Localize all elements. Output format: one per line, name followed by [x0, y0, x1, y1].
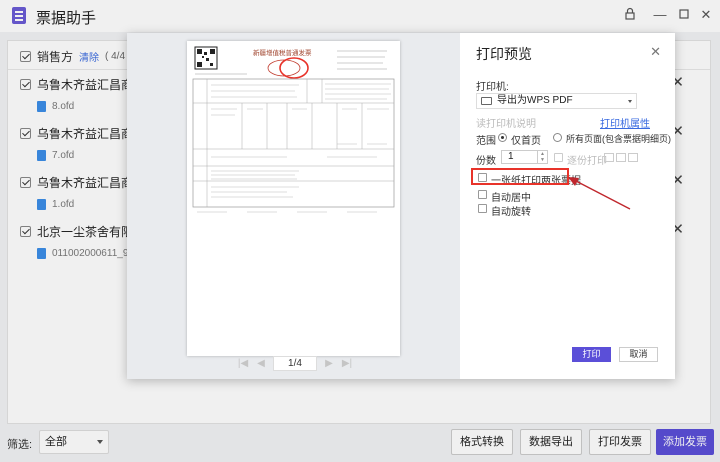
page-navigation: |◀ ◀ 1/4 ▶ ▶| [237, 356, 353, 371]
print-button[interactable]: 打印 [572, 347, 611, 362]
dialog-title: 打印预览 [476, 46, 532, 62]
first-page-icon[interactable]: |◀ [237, 358, 249, 370]
copies-input[interactable]: 1 [501, 150, 538, 164]
printer-label: 打印机: [476, 82, 509, 93]
close-icon[interactable]: ✕ [650, 44, 661, 60]
collate-order-icon [616, 153, 626, 162]
print-preview-dialog: 新疆增值税普通发票 |◀ ◀ 1/4 ▶ ▶| 打印预览 ✕ 打印机: 导出为W… [127, 33, 675, 379]
printer-properties-link[interactable]: 打印机属性 [600, 115, 650, 130]
last-page-icon[interactable]: ▶| [341, 358, 353, 370]
range-current-radio[interactable] [498, 133, 507, 142]
auto-center-checkbox[interactable] [478, 190, 487, 199]
page-indicator[interactable]: 1/4 [273, 356, 317, 371]
collate-label: 逐份打印 [567, 156, 607, 167]
next-page-icon[interactable]: ▶ [323, 358, 335, 370]
prev-page-icon[interactable]: ◀ [255, 358, 267, 370]
print-settings-pane: 打印预览 ✕ 打印机: 导出为WPS PDF 读打印机说明 打印机属性 范围 仅… [460, 33, 675, 379]
auto-rotate-checkbox[interactable] [478, 204, 487, 213]
invoice-title: 新疆增值税普通发票 [253, 48, 312, 57]
printer-icon [481, 97, 492, 105]
printer-select[interactable]: 导出为WPS PDF [476, 93, 637, 109]
invoice-page-preview: 新疆增值税普通发票 [187, 41, 400, 356]
auto-rotate-label: 自动旋转 [491, 207, 531, 218]
range-label: 范围 [476, 136, 496, 147]
range-all-label: 所有页面(包含票据明细页) [566, 134, 671, 144]
collate-checkbox[interactable] [554, 153, 563, 162]
highlight-box [471, 168, 569, 185]
auto-center-label: 自动居中 [491, 193, 531, 204]
cancel-button[interactable]: 取消 [619, 347, 658, 362]
copies-label: 份数 [476, 156, 496, 167]
collate-order-icon [628, 153, 638, 162]
printer-value: 导出为WPS PDF [497, 95, 573, 106]
collate-order-icon [604, 153, 614, 162]
range-all-radio[interactable] [553, 133, 562, 142]
printer-help-link[interactable]: 读打印机说明 [476, 115, 536, 130]
preview-pane: 新疆增值税普通发票 |◀ ◀ 1/4 ▶ ▶| [127, 33, 460, 379]
range-current-label: 仅首页 [511, 136, 541, 147]
chevron-down-icon [628, 100, 632, 103]
copies-stepper[interactable]: ▲ ▼ [538, 150, 548, 164]
